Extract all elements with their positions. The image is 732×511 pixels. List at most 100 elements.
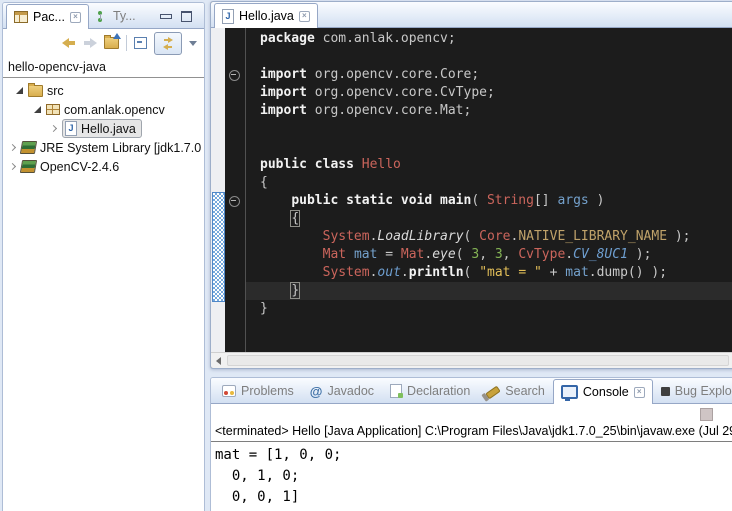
code-line[interactable] xyxy=(246,120,732,138)
close-icon[interactable]: × xyxy=(70,12,81,23)
project-row[interactable]: hello-opencv-java xyxy=(3,57,204,78)
collapse-all-button[interactable] xyxy=(134,37,147,49)
package-folder-icon xyxy=(28,85,43,97)
tree-item-label: OpenCV-2.4.6 xyxy=(40,160,119,174)
search-icon xyxy=(486,386,501,400)
tab-console[interactable]: Console× xyxy=(553,379,653,404)
console-status-line: <terminated> Hello [Java Application] C:… xyxy=(211,424,732,442)
console-view: Problems @Javadoc Declaration SearchConsole… xyxy=(210,377,732,511)
library-icon xyxy=(20,141,37,154)
up-folder-icon xyxy=(104,37,119,49)
tree-item-jre-system-library-jdk1-7-0[interactable]: JRE System Library [jdk1.7.0 xyxy=(3,138,204,157)
range-indicator xyxy=(212,192,225,302)
code-editor[interactable]: package com.anlak.opencv; import org.open… xyxy=(211,28,732,352)
bug-explorer-icon xyxy=(661,387,670,396)
code-line[interactable]: Mat mat = Mat.eye( 3, 3, CvType.CV_8UC1 … xyxy=(246,246,732,264)
minimize-view-button[interactable] xyxy=(160,14,172,19)
code-line[interactable] xyxy=(246,138,732,156)
forward-button[interactable] xyxy=(83,38,97,48)
code-line[interactable]: public static void main( String[] args ) xyxy=(246,192,732,210)
collapse-all-icon xyxy=(134,37,147,49)
package-icon xyxy=(46,104,60,115)
tab-search[interactable]: Search xyxy=(478,379,553,403)
folding-gutter[interactable] xyxy=(225,28,246,352)
view-menu-icon xyxy=(189,41,197,46)
forward-icon xyxy=(83,38,97,48)
tree-item-label: JRE System Library [jdk1.7.0 xyxy=(40,141,201,155)
package-explorer-toolbar xyxy=(3,29,204,57)
tab-bug-explorer[interactable]: Bug Explorer xyxy=(653,379,732,403)
code-line[interactable]: import org.opencv.core.CvType; xyxy=(246,84,732,102)
tree-item-content: src xyxy=(28,84,64,98)
code-line[interactable]: } xyxy=(246,300,732,318)
package-explorer-icon xyxy=(14,11,28,23)
fold-collapse-icon[interactable] xyxy=(229,70,240,81)
editor-tab-label: Hello.java xyxy=(239,9,294,23)
eclipse-workbench: Pac... × Ty... hello-opencv-java srccom.an… xyxy=(0,0,732,511)
tree-item-hello-java[interactable]: JHello.java xyxy=(3,119,204,138)
tab-label: Bug Explorer xyxy=(675,384,732,398)
tree-item-label: src xyxy=(47,84,64,98)
maximize-view-button[interactable] xyxy=(181,11,192,22)
type-hierarchy-icon xyxy=(97,11,108,22)
terminate-button[interactable] xyxy=(700,408,713,421)
editor-tab-hello-java[interactable]: J Hello.java × xyxy=(214,3,318,28)
code-line[interactable] xyxy=(246,48,732,66)
editor-horizontal-scrollbar[interactable] xyxy=(211,352,732,368)
tab-pac[interactable]: Pac... × xyxy=(6,4,89,29)
expand-arrow-icon[interactable] xyxy=(34,106,46,113)
java-file-icon: J xyxy=(65,121,77,136)
code-line[interactable]: public class Hello xyxy=(246,156,732,174)
declaration-icon xyxy=(390,384,402,398)
tab-label: Javadoc xyxy=(327,384,374,398)
console-output-line: 0, 0, 1] xyxy=(215,487,732,508)
code-line[interactable]: { xyxy=(246,210,732,228)
tree-item-com-anlak-opencv[interactable]: com.anlak.opencv xyxy=(3,100,204,119)
link-with-editor-button[interactable] xyxy=(154,32,182,55)
scrollbar-thumb[interactable] xyxy=(227,355,729,366)
tree-item-content: JRE System Library [jdk1.7.0 xyxy=(21,141,201,155)
tab-problems[interactable]: Problems xyxy=(214,379,302,403)
tab-javadoc[interactable]: @Javadoc xyxy=(302,379,382,403)
package-explorer-view: Pac... × Ty... hello-opencv-java srccom.an… xyxy=(2,2,205,511)
code-line[interactable]: import org.opencv.core.Mat; xyxy=(246,102,732,120)
tree-item-label: com.anlak.opencv xyxy=(64,103,165,117)
console-icon xyxy=(561,385,578,399)
problems-icon xyxy=(222,385,236,397)
package-explorer-tree: srccom.anlak.opencv JHello.java JRE System… xyxy=(3,78,204,511)
tab-label: Pac... xyxy=(33,10,65,24)
code-lines[interactable]: package com.anlak.opencv; import org.open… xyxy=(246,30,732,318)
tab-label: Declaration xyxy=(407,384,470,398)
expand-arrow-icon[interactable] xyxy=(9,145,21,150)
expand-arrow-icon[interactable] xyxy=(50,126,62,131)
tree-item-opencv-2-4-6[interactable]: OpenCV-2.4.6 xyxy=(3,157,204,176)
bottom-view-tabbar: Problems @Javadoc Declaration SearchConsole… xyxy=(211,378,732,404)
selected-tree-item: JHello.java xyxy=(62,119,142,138)
code-line[interactable]: System.out.println( "mat = " + mat.dump(… xyxy=(246,264,732,282)
tab-ty[interactable]: Ty... xyxy=(89,4,144,28)
close-icon[interactable]: × xyxy=(634,387,645,398)
annotation-ruler[interactable] xyxy=(211,28,225,352)
code-line[interactable]: System.LoadLibrary( Core.NATIVE_LIBRARY_… xyxy=(246,228,732,246)
scroll-left-arrow-icon[interactable] xyxy=(216,357,221,365)
tree-item-content: com.anlak.opencv xyxy=(46,103,165,117)
tree-item-content: OpenCV-2.4.6 xyxy=(21,160,119,174)
view-menu-button[interactable] xyxy=(189,41,197,46)
code-line[interactable]: { xyxy=(246,174,732,192)
code-line[interactable]: package com.anlak.opencv; xyxy=(246,30,732,48)
expand-arrow-icon[interactable] xyxy=(9,164,21,169)
close-icon[interactable]: × xyxy=(299,11,310,22)
fold-collapse-icon[interactable] xyxy=(229,196,240,207)
code-line[interactable]: } xyxy=(246,282,732,300)
up-button[interactable] xyxy=(104,37,119,49)
expand-arrow-icon[interactable] xyxy=(16,87,28,94)
editor-pane: J Hello.java × package com.anlak.opencv;… xyxy=(210,1,732,369)
console-output[interactable]: mat = [1, 0, 0; 0, 1, 0; 0, 0, 1] xyxy=(211,442,732,508)
code-line[interactable]: import org.opencv.core.Core; xyxy=(246,66,732,84)
tree-item-src[interactable]: src xyxy=(3,81,204,100)
back-button[interactable] xyxy=(62,38,76,48)
package-explorer-tabbar: Pac... × Ty... xyxy=(3,3,204,29)
tab-declaration[interactable]: Declaration xyxy=(382,379,478,403)
view-window-buttons xyxy=(160,11,192,22)
tab-label: Problems xyxy=(241,384,294,398)
